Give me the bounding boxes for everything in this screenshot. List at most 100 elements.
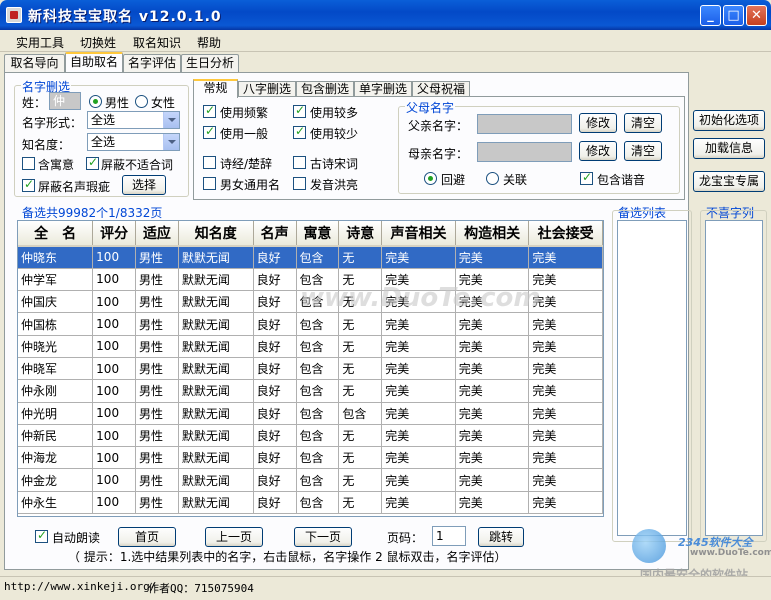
column-header[interactable]: 寓意	[296, 221, 340, 247]
poetry-checkbox[interactable]	[203, 156, 216, 169]
column-header[interactable]: 构造相关	[455, 221, 530, 247]
fame-label: 知名度：	[22, 138, 71, 152]
maximize-button[interactable]: □	[723, 5, 744, 26]
table-cell: 仲海龙	[18, 446, 94, 470]
table-row[interactable]: 仲海龙 100 男性 默默无闻 良好 包含无完美 完美 完美	[18, 446, 603, 470]
table-cell: 仲学军	[18, 268, 94, 292]
unisex-checkbox[interactable]	[203, 177, 216, 190]
tab-birthday-analysis[interactable]: 生日分析	[181, 54, 239, 72]
column-header[interactable]: 诗意	[338, 221, 383, 247]
block-unfit-checkbox[interactable]	[86, 155, 99, 170]
auto-read-checkbox[interactable]	[35, 528, 48, 543]
table-cell: 完美	[455, 335, 530, 358]
table-cell: 100	[92, 312, 137, 336]
load-info-button[interactable]: 加载信息	[693, 138, 765, 159]
table-cell: 默默无闻	[178, 290, 254, 314]
avoid-radio[interactable]	[424, 172, 437, 185]
close-button[interactable]: ✕	[746, 5, 767, 26]
candidate-list[interactable]	[617, 220, 687, 536]
table-cell: 完美	[381, 357, 456, 381]
jump-button[interactable]: 跳转	[478, 527, 524, 547]
page-number-input[interactable]: 1	[432, 526, 466, 546]
table-row[interactable]: 仲光明 100 男性 默默无闻 良好 包含 包含 完美 完美 完美	[18, 402, 603, 425]
fame-select[interactable]: 全选	[87, 133, 180, 151]
first-page-button[interactable]: 首页	[118, 527, 176, 547]
mother-name-field[interactable]	[477, 142, 572, 162]
table-cell: 男性	[135, 402, 179, 425]
male-radio[interactable]	[89, 95, 102, 108]
choose-button[interactable]: 选择	[122, 175, 166, 195]
table-cell: 良好	[253, 246, 297, 269]
table-row[interactable]: 仲金龙 100 男性 默默无闻 良好 包含无完美 完美 完美	[18, 468, 603, 492]
table-cell: 100	[92, 491, 137, 515]
status-url[interactable]: http://www.xinkeji.org/	[4, 580, 156, 593]
table-cell: 仲晓东	[18, 246, 94, 269]
table-row[interactable]: 仲晓东 100 男性 默默无闻 良好 包含无完美 完美 完美	[18, 246, 603, 269]
tab-naming-guide[interactable]: 取名导向	[4, 54, 65, 72]
meaning-checkbox[interactable]	[22, 157, 35, 170]
poetry-label: 诗经/楚辞	[220, 157, 273, 171]
menu-help[interactable]: 帮助	[197, 34, 221, 51]
table-cell: 良好	[253, 379, 297, 403]
init-options-button[interactable]: 初始化选项	[693, 110, 765, 131]
prev-page-button[interactable]: 上一页	[205, 527, 263, 547]
tab-self-naming[interactable]: 自助取名	[65, 52, 123, 72]
father-name-field[interactable]	[477, 114, 572, 134]
table-cell: 包含	[296, 491, 340, 515]
father-clear-button[interactable]: 清空	[624, 113, 662, 133]
freq-more-checkbox[interactable]	[293, 103, 306, 118]
column-header[interactable]: 全 名	[18, 221, 94, 247]
column-header[interactable]: 社会接受	[528, 221, 603, 247]
menu-tools[interactable]: 实用工具	[16, 34, 64, 51]
freq-high-checkbox[interactable]	[203, 103, 216, 118]
table-row[interactable]: 仲晓军 100 男性 默默无闻 良好 包含无完美 完美 完美	[18, 357, 603, 381]
column-header[interactable]: 知名度	[178, 221, 254, 247]
sound-loud-checkbox[interactable]	[293, 177, 306, 190]
block-sound-checkbox[interactable]	[22, 177, 35, 192]
homophone-checkbox[interactable]	[580, 170, 593, 185]
table-row[interactable]: 仲永刚 100 男性 默默无闻 良好 包含无完美 完美 完美	[18, 379, 603, 403]
disliked-list[interactable]	[705, 220, 763, 536]
chevron-down-icon	[163, 134, 179, 150]
homophone-label: 包含谐音	[597, 173, 646, 187]
column-header[interactable]: 评分	[92, 221, 137, 247]
relate-radio[interactable]	[486, 172, 499, 185]
table-cell: 100	[92, 402, 137, 425]
name-form-select[interactable]: 全选	[87, 111, 180, 129]
table-row[interactable]: 仲国栋 100 男性 默默无闻 良好 包含无完美 完美 完美	[18, 312, 603, 336]
column-header[interactable]: 名声	[253, 221, 297, 247]
freq-normal-checkbox[interactable]	[203, 124, 216, 139]
tab-general[interactable]: 常规	[193, 79, 238, 98]
table-cell: 完美	[528, 312, 603, 336]
next-page-button[interactable]: 下一页	[294, 527, 352, 547]
minimize-button[interactable]: _	[700, 5, 721, 26]
results-table: 全 名评分 适应 知名度 名声 寓意 诗意 声音相关 构造相关 社会接受 仲晓东 100 男性 默默无…	[17, 220, 604, 517]
parents-name-title: 父母名字	[405, 99, 456, 116]
table-cell: 男性	[135, 335, 179, 358]
column-header[interactable]: 适应	[135, 221, 179, 247]
column-header[interactable]: 声音相关	[381, 221, 456, 247]
tab-name-evaluation[interactable]: 名字评估	[123, 54, 181, 72]
female-radio[interactable]	[135, 95, 148, 108]
freq-less-checkbox[interactable]	[293, 124, 306, 139]
table-cell: 男性	[135, 290, 179, 314]
table-cell: 默默无闻	[178, 246, 254, 269]
father-modify-button[interactable]: 修改	[579, 113, 617, 133]
dragon-baby-button[interactable]: 龙宝宝专属	[693, 171, 765, 192]
mother-modify-button[interactable]: 修改	[579, 141, 617, 161]
table-row[interactable]: 仲国庆 100 男性 默默无闻 良好 包含无完美 完美 完美	[18, 290, 603, 314]
freq-high-label: 使用频繁	[220, 106, 269, 120]
table-row[interactable]: 仲新民 100 男性 默默无闻 良好 包含无完美 完美 完美	[18, 424, 603, 448]
mother-clear-button[interactable]: 清空	[624, 141, 662, 161]
mascot-logo	[632, 529, 666, 563]
table-cell: 男性	[135, 268, 179, 292]
menu-bar: 实用工具 切换姓 取名知识 帮助	[0, 30, 771, 52]
menu-naming-knowledge[interactable]: 取名知识	[133, 34, 181, 51]
table-row[interactable]: 仲晓光 100 男性 默默无闻 良好 包含无完美 完美 完美	[18, 335, 603, 358]
table-row[interactable]: 仲学军 100 男性 默默无闻 良好 包含无完美 完美 完美	[18, 268, 603, 292]
mother-name-label: 母亲名字：	[408, 147, 469, 161]
table-cell: 仲晓光	[18, 335, 94, 358]
menu-switch-surname[interactable]: 切换姓	[80, 34, 116, 51]
ancient-poem-checkbox[interactable]	[293, 156, 306, 169]
table-row[interactable]: 仲永生 100 男性 默默无闻 良好 包含无完美 完美 完美	[18, 491, 603, 515]
